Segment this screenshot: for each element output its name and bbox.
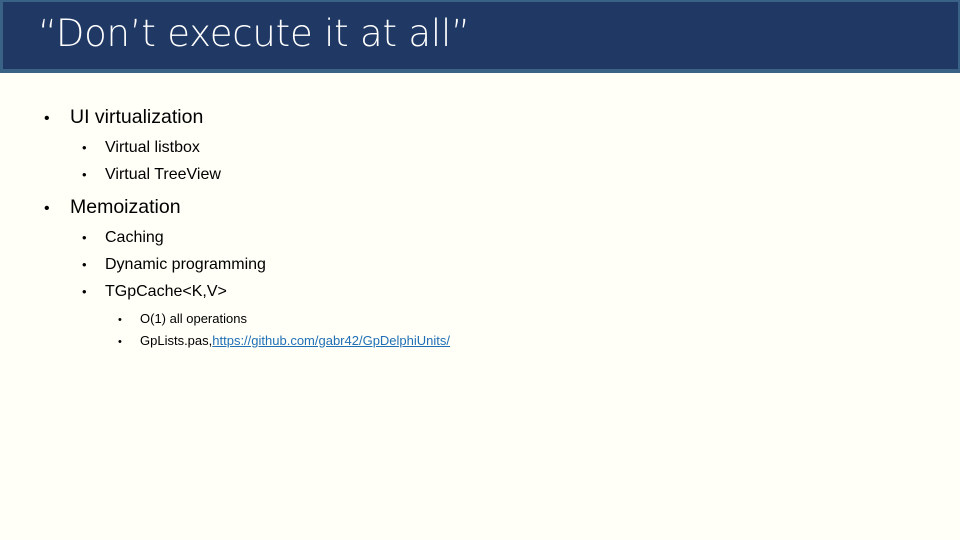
bullet-label: O(1) all operations [140, 311, 247, 326]
bullet-point-icon: • [118, 314, 122, 326]
bullet-item-virtual-treeview: • Virtual TreeView [82, 165, 221, 184]
bullet-point-icon: • [82, 284, 87, 299]
bullet-item-o1-all-operations: • O(1) all operations [118, 311, 247, 328]
bullet-point-icon: • [82, 257, 87, 272]
slide-body: • UI virtualization • Virtual listbox • … [0, 73, 960, 540]
gpdelphiunits-hyperlink[interactable]: https://github.com/gabr42/GpDelphiUnits/ [212, 333, 450, 349]
bullet-label: UI virtualization [70, 106, 204, 128]
bullet-point-icon: • [118, 336, 122, 348]
bullet-point-icon: • [44, 200, 50, 217]
bullet-label: Dynamic programming [105, 256, 266, 273]
slide-title-bar: “Don’t execute it at all” [0, 0, 960, 73]
bullet-label: Virtual TreeView [105, 166, 221, 183]
bullet-point-icon: • [82, 140, 87, 155]
bullet-item-caching: • Caching [82, 228, 164, 247]
bullet-label: Virtual listbox [105, 139, 200, 156]
bullet-point-icon: • [82, 167, 87, 182]
bullet-label: TGpCache<K,V> [105, 283, 227, 300]
bullet-point-icon: • [44, 110, 50, 127]
slide: “Don’t execute it at all” • UI virtualiz… [0, 0, 960, 540]
bullet-label: GpLists.pas, [140, 333, 213, 348]
bullet-item-tgpcache: • TGpCache<K,V> [82, 282, 227, 301]
bullet-item-ui-virtualization: • UI virtualization [44, 106, 203, 130]
bullet-label: Memoization [70, 196, 181, 218]
bullet-point-icon: • [82, 230, 87, 245]
bullet-item-dynamic-programming: • Dynamic programming [82, 255, 266, 274]
page-title: “Don’t execute it at all” [38, 12, 470, 55]
bullet-label: Caching [105, 229, 164, 246]
bullet-item-gplists-link: • GpLists.pas, https://github.com/gabr42… [118, 333, 450, 350]
bullet-item-memoization: • Memoization [44, 196, 181, 220]
bullet-item-virtual-listbox: • Virtual listbox [82, 138, 200, 157]
